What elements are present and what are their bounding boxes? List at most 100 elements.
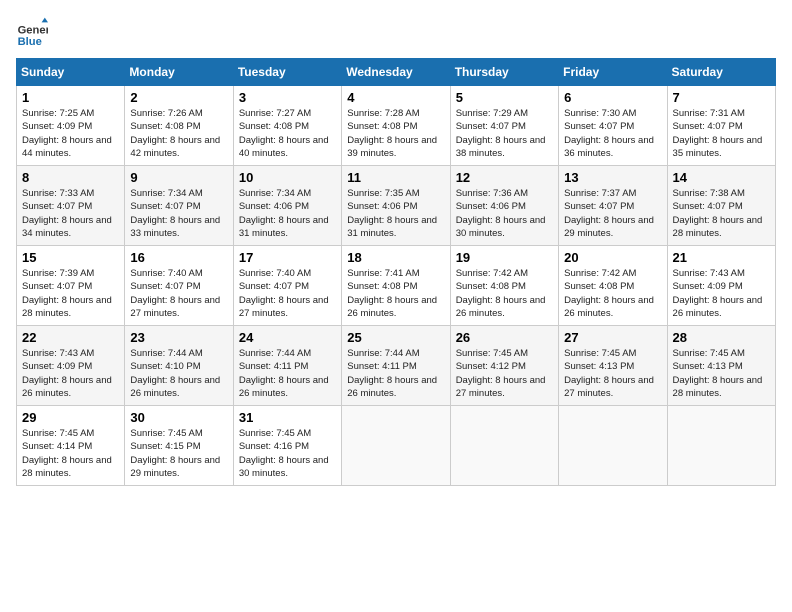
day-number: 7 xyxy=(673,90,770,105)
day-info: Sunrise: 7:31 AM Sunset: 4:07 PM Dayligh… xyxy=(673,107,770,160)
calendar-day-cell xyxy=(450,406,558,486)
day-number: 21 xyxy=(673,250,770,265)
day-number: 25 xyxy=(347,330,444,345)
day-info: Sunrise: 7:34 AM Sunset: 4:07 PM Dayligh… xyxy=(130,187,227,240)
day-number: 22 xyxy=(22,330,119,345)
calendar-day-cell: 24 Sunrise: 7:44 AM Sunset: 4:11 PM Dayl… xyxy=(233,326,341,406)
calendar-day-cell: 5 Sunrise: 7:29 AM Sunset: 4:07 PM Dayli… xyxy=(450,86,558,166)
day-info: Sunrise: 7:44 AM Sunset: 4:10 PM Dayligh… xyxy=(130,347,227,400)
calendar-day-cell: 13 Sunrise: 7:37 AM Sunset: 4:07 PM Dayl… xyxy=(559,166,667,246)
calendar-day-cell: 12 Sunrise: 7:36 AM Sunset: 4:06 PM Dayl… xyxy=(450,166,558,246)
day-info: Sunrise: 7:42 AM Sunset: 4:08 PM Dayligh… xyxy=(456,267,553,320)
day-info: Sunrise: 7:45 AM Sunset: 4:12 PM Dayligh… xyxy=(456,347,553,400)
logo: General Blue xyxy=(16,16,52,48)
day-number: 1 xyxy=(22,90,119,105)
day-number: 31 xyxy=(239,410,336,425)
day-number: 5 xyxy=(456,90,553,105)
day-number: 24 xyxy=(239,330,336,345)
day-info: Sunrise: 7:36 AM Sunset: 4:06 PM Dayligh… xyxy=(456,187,553,240)
weekday-header: Thursday xyxy=(450,59,558,86)
calendar-day-cell: 15 Sunrise: 7:39 AM Sunset: 4:07 PM Dayl… xyxy=(17,246,125,326)
calendar-table: SundayMondayTuesdayWednesdayThursdayFrid… xyxy=(16,58,776,486)
calendar-day-cell: 30 Sunrise: 7:45 AM Sunset: 4:15 PM Dayl… xyxy=(125,406,233,486)
day-number: 9 xyxy=(130,170,227,185)
calendar-day-cell: 10 Sunrise: 7:34 AM Sunset: 4:06 PM Dayl… xyxy=(233,166,341,246)
day-info: Sunrise: 7:42 AM Sunset: 4:08 PM Dayligh… xyxy=(564,267,661,320)
logo-icon: General Blue xyxy=(16,16,48,48)
day-number: 26 xyxy=(456,330,553,345)
day-number: 11 xyxy=(347,170,444,185)
day-number: 12 xyxy=(456,170,553,185)
calendar-day-cell: 16 Sunrise: 7:40 AM Sunset: 4:07 PM Dayl… xyxy=(125,246,233,326)
calendar-week-row: 15 Sunrise: 7:39 AM Sunset: 4:07 PM Dayl… xyxy=(17,246,776,326)
calendar-day-cell: 31 Sunrise: 7:45 AM Sunset: 4:16 PM Dayl… xyxy=(233,406,341,486)
day-info: Sunrise: 7:25 AM Sunset: 4:09 PM Dayligh… xyxy=(22,107,119,160)
day-info: Sunrise: 7:35 AM Sunset: 4:06 PM Dayligh… xyxy=(347,187,444,240)
day-info: Sunrise: 7:43 AM Sunset: 4:09 PM Dayligh… xyxy=(673,267,770,320)
calendar-day-cell xyxy=(559,406,667,486)
calendar-day-cell: 3 Sunrise: 7:27 AM Sunset: 4:08 PM Dayli… xyxy=(233,86,341,166)
day-info: Sunrise: 7:45 AM Sunset: 4:15 PM Dayligh… xyxy=(130,427,227,480)
calendar-day-cell: 27 Sunrise: 7:45 AM Sunset: 4:13 PM Dayl… xyxy=(559,326,667,406)
day-number: 18 xyxy=(347,250,444,265)
calendar-week-row: 29 Sunrise: 7:45 AM Sunset: 4:14 PM Dayl… xyxy=(17,406,776,486)
calendar-day-cell: 6 Sunrise: 7:30 AM Sunset: 4:07 PM Dayli… xyxy=(559,86,667,166)
svg-text:General: General xyxy=(18,25,48,37)
svg-text:Blue: Blue xyxy=(18,36,42,48)
day-info: Sunrise: 7:41 AM Sunset: 4:08 PM Dayligh… xyxy=(347,267,444,320)
calendar-day-cell: 19 Sunrise: 7:42 AM Sunset: 4:08 PM Dayl… xyxy=(450,246,558,326)
page-header: General Blue xyxy=(16,16,776,48)
day-info: Sunrise: 7:40 AM Sunset: 4:07 PM Dayligh… xyxy=(130,267,227,320)
day-number: 8 xyxy=(22,170,119,185)
calendar-day-cell: 2 Sunrise: 7:26 AM Sunset: 4:08 PM Dayli… xyxy=(125,86,233,166)
day-number: 4 xyxy=(347,90,444,105)
calendar-day-cell xyxy=(667,406,775,486)
calendar-day-cell: 8 Sunrise: 7:33 AM Sunset: 4:07 PM Dayli… xyxy=(17,166,125,246)
day-number: 23 xyxy=(130,330,227,345)
day-number: 28 xyxy=(673,330,770,345)
calendar-day-cell: 11 Sunrise: 7:35 AM Sunset: 4:06 PM Dayl… xyxy=(342,166,450,246)
weekday-header: Monday xyxy=(125,59,233,86)
day-number: 15 xyxy=(22,250,119,265)
day-info: Sunrise: 7:45 AM Sunset: 4:14 PM Dayligh… xyxy=(22,427,119,480)
day-info: Sunrise: 7:43 AM Sunset: 4:09 PM Dayligh… xyxy=(22,347,119,400)
day-info: Sunrise: 7:39 AM Sunset: 4:07 PM Dayligh… xyxy=(22,267,119,320)
day-number: 14 xyxy=(673,170,770,185)
day-info: Sunrise: 7:30 AM Sunset: 4:07 PM Dayligh… xyxy=(564,107,661,160)
calendar-day-cell: 28 Sunrise: 7:45 AM Sunset: 4:13 PM Dayl… xyxy=(667,326,775,406)
calendar-day-cell: 17 Sunrise: 7:40 AM Sunset: 4:07 PM Dayl… xyxy=(233,246,341,326)
calendar-week-row: 1 Sunrise: 7:25 AM Sunset: 4:09 PM Dayli… xyxy=(17,86,776,166)
day-info: Sunrise: 7:44 AM Sunset: 4:11 PM Dayligh… xyxy=(347,347,444,400)
weekday-header: Wednesday xyxy=(342,59,450,86)
calendar-day-cell: 26 Sunrise: 7:45 AM Sunset: 4:12 PM Dayl… xyxy=(450,326,558,406)
calendar-day-cell: 22 Sunrise: 7:43 AM Sunset: 4:09 PM Dayl… xyxy=(17,326,125,406)
calendar-day-cell: 9 Sunrise: 7:34 AM Sunset: 4:07 PM Dayli… xyxy=(125,166,233,246)
calendar-week-row: 22 Sunrise: 7:43 AM Sunset: 4:09 PM Dayl… xyxy=(17,326,776,406)
day-info: Sunrise: 7:40 AM Sunset: 4:07 PM Dayligh… xyxy=(239,267,336,320)
day-number: 2 xyxy=(130,90,227,105)
calendar-day-cell: 21 Sunrise: 7:43 AM Sunset: 4:09 PM Dayl… xyxy=(667,246,775,326)
weekday-header: Sunday xyxy=(17,59,125,86)
calendar-day-cell: 29 Sunrise: 7:45 AM Sunset: 4:14 PM Dayl… xyxy=(17,406,125,486)
day-info: Sunrise: 7:44 AM Sunset: 4:11 PM Dayligh… xyxy=(239,347,336,400)
day-info: Sunrise: 7:27 AM Sunset: 4:08 PM Dayligh… xyxy=(239,107,336,160)
day-number: 16 xyxy=(130,250,227,265)
day-info: Sunrise: 7:33 AM Sunset: 4:07 PM Dayligh… xyxy=(22,187,119,240)
day-number: 13 xyxy=(564,170,661,185)
day-number: 30 xyxy=(130,410,227,425)
day-info: Sunrise: 7:29 AM Sunset: 4:07 PM Dayligh… xyxy=(456,107,553,160)
calendar-day-cell: 14 Sunrise: 7:38 AM Sunset: 4:07 PM Dayl… xyxy=(667,166,775,246)
day-info: Sunrise: 7:37 AM Sunset: 4:07 PM Dayligh… xyxy=(564,187,661,240)
calendar-day-cell: 7 Sunrise: 7:31 AM Sunset: 4:07 PM Dayli… xyxy=(667,86,775,166)
weekday-header-row: SundayMondayTuesdayWednesdayThursdayFrid… xyxy=(17,59,776,86)
calendar-day-cell xyxy=(342,406,450,486)
day-info: Sunrise: 7:38 AM Sunset: 4:07 PM Dayligh… xyxy=(673,187,770,240)
day-number: 20 xyxy=(564,250,661,265)
calendar-day-cell: 20 Sunrise: 7:42 AM Sunset: 4:08 PM Dayl… xyxy=(559,246,667,326)
day-info: Sunrise: 7:28 AM Sunset: 4:08 PM Dayligh… xyxy=(347,107,444,160)
calendar-day-cell: 18 Sunrise: 7:41 AM Sunset: 4:08 PM Dayl… xyxy=(342,246,450,326)
day-number: 10 xyxy=(239,170,336,185)
calendar-day-cell: 4 Sunrise: 7:28 AM Sunset: 4:08 PM Dayli… xyxy=(342,86,450,166)
day-number: 6 xyxy=(564,90,661,105)
day-info: Sunrise: 7:45 AM Sunset: 4:13 PM Dayligh… xyxy=(673,347,770,400)
